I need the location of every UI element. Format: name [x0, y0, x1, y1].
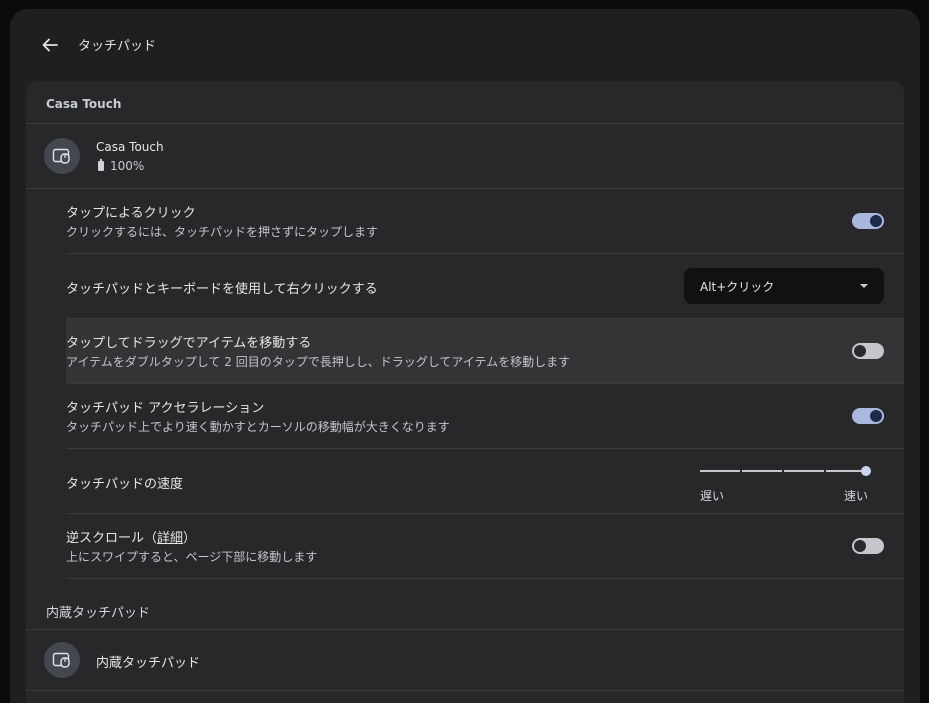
- setting-acceleration[interactable]: タッチパッド アクセラレーション タッチパッド上でより速く動かすとカーソルの移動…: [66, 384, 904, 449]
- tap-drag-toggle[interactable]: [852, 343, 884, 359]
- arrow-back-icon: [42, 38, 58, 52]
- slider-min-label: 遅い: [699, 489, 724, 503]
- setting-label: タップしてドラッグでアイテムを移動する: [66, 336, 312, 351]
- page-title: タッチパッド: [78, 39, 157, 54]
- label-prefix: 逆スクロール（: [66, 531, 158, 546]
- slider-track-segment: [784, 470, 824, 472]
- settings-window: タッチパッド Casa Touch Casa Touch 100% タップによる…: [10, 9, 920, 703]
- slider-track-segment: [826, 470, 866, 472]
- toggle-knob: [870, 410, 882, 422]
- setting-label: 逆スクロール（詳細）: [66, 527, 196, 546]
- learn-more-link[interactable]: 詳細: [157, 531, 183, 546]
- slider-track-segment: [700, 470, 740, 472]
- slider-max-label: 速い: [843, 489, 868, 503]
- setting-label: タッチパッドとキーボードを使用して右クリックする: [66, 282, 378, 297]
- setting-tap-to-click[interactable]: タップによるクリック クリックするには、タッチパッドを押さずにタップします: [66, 189, 904, 254]
- toggle-knob: [854, 540, 866, 552]
- touchpad-device-icon: [44, 138, 80, 174]
- setting-right-click: タッチパッドとキーボードを使用して右クリックする Alt+クリック: [66, 254, 904, 319]
- setting-reverse-scroll[interactable]: 逆スクロール（詳細） 上にスワイプすると、ページ下部に移動します: [66, 514, 904, 579]
- slider-track-segment: [742, 470, 782, 472]
- toggle-knob: [870, 215, 882, 227]
- setting-tap-drag[interactable]: タップしてドラッグでアイテムを移動する アイテムをダブルタップして 2 回目のタ…: [66, 319, 904, 384]
- divider: [26, 690, 904, 691]
- battery-status: 100%: [98, 159, 144, 173]
- setting-label: タッチパッドの速度: [66, 477, 184, 492]
- device-row-casa-touch: Casa Touch 100%: [26, 124, 904, 188]
- section-title-casa-touch: Casa Touch: [46, 97, 122, 111]
- reverse-scroll-toggle[interactable]: [852, 538, 884, 554]
- back-button[interactable]: [38, 33, 62, 57]
- setting-description: クリックするには、タッチパッドを押さずにタップします: [66, 225, 379, 239]
- label-suffix: ）: [183, 531, 197, 546]
- dropdown-value: Alt+クリック: [700, 280, 775, 294]
- settings-card: Casa Touch Casa Touch 100% タップによるクリック クリ…: [26, 81, 904, 703]
- caret-down-icon: [860, 284, 868, 288]
- setting-label: タッチパッド アクセラレーション: [66, 401, 265, 416]
- section-title-builtin-touchpad: 内蔵タッチパッド: [46, 606, 151, 621]
- setting-description: タッチパッド上でより速く動かすとカーソルの移動幅が大きくなります: [66, 420, 450, 434]
- setting-speed: タッチパッドの速度 遅い 速い: [66, 449, 904, 514]
- acceleration-toggle[interactable]: [852, 408, 884, 424]
- battery-icon: [98, 159, 104, 171]
- setting-description: アイテムをダブルタップして 2 回目のタップで長押しし、ドラッグしてアイテムを移…: [66, 355, 571, 369]
- toggle-knob: [854, 345, 866, 357]
- setting-label: タップによるクリック: [66, 206, 196, 221]
- device-row-builtin: 内蔵タッチパッド: [26, 629, 904, 693]
- speed-slider[interactable]: [700, 464, 871, 478]
- right-click-dropdown[interactable]: Alt+クリック: [684, 268, 884, 304]
- device-name: 内蔵タッチパッド: [96, 656, 201, 671]
- tap-to-click-toggle[interactable]: [852, 213, 884, 229]
- battery-level: 100%: [110, 159, 145, 173]
- touchpad-device-icon: [44, 642, 80, 678]
- slider-thumb[interactable]: [861, 466, 871, 476]
- divider: [66, 578, 904, 579]
- setting-description: 上にスワイプすると、ページ下部に移動します: [66, 550, 318, 564]
- device-name: Casa Touch: [96, 140, 164, 154]
- header: タッチパッド: [10, 9, 920, 81]
